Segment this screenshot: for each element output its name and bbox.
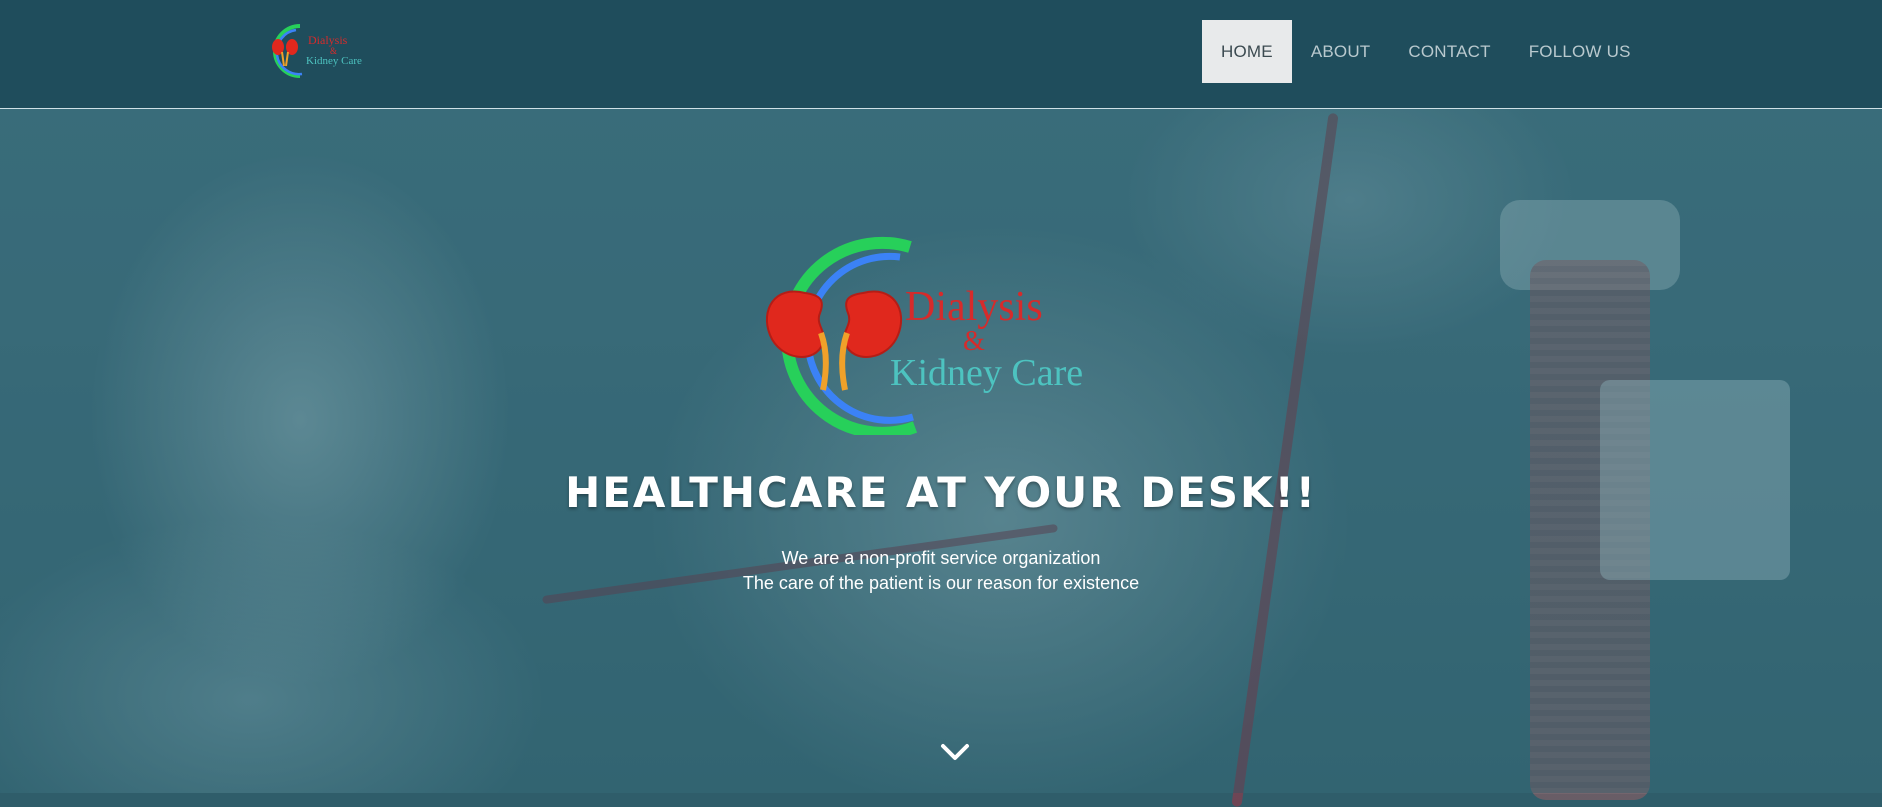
nav-follow-us[interactable]: FOLLOW US [1510,20,1650,83]
main-nav: HOME ABOUT CONTACT FOLLOW US [1202,20,1650,83]
brand-logo[interactable]: Dialysis & Kidney Care [262,22,372,80]
hero-tagline: The care of the patient is our reason fo… [742,573,1140,593]
hero-logo-text-kidney-care: Kidney Care [890,352,1083,394]
chevron-down-icon[interactable] [940,742,970,762]
logo-text-kidney-care: Kidney Care [306,55,362,67]
kidney-icon [765,290,903,391]
hero-tagline: We are a non-profit service organization [781,548,1101,568]
hero-headline: HEALTHCARE AT YOUR DESK!! [565,468,1317,517]
nav-home[interactable]: HOME [1202,20,1292,83]
nav-about[interactable]: ABOUT [1292,20,1390,83]
nav-contact[interactable]: CONTACT [1389,20,1509,83]
logo-text-dialysis: Dialysis [308,33,348,47]
site-header: Dialysis & Kidney Care HOME ABOUT CONTAC… [0,0,1882,109]
hero-logo-text-dialysis: Dialysis [905,284,1043,330]
hero-logo: Dialysis & Kidney Care [765,236,1083,435]
